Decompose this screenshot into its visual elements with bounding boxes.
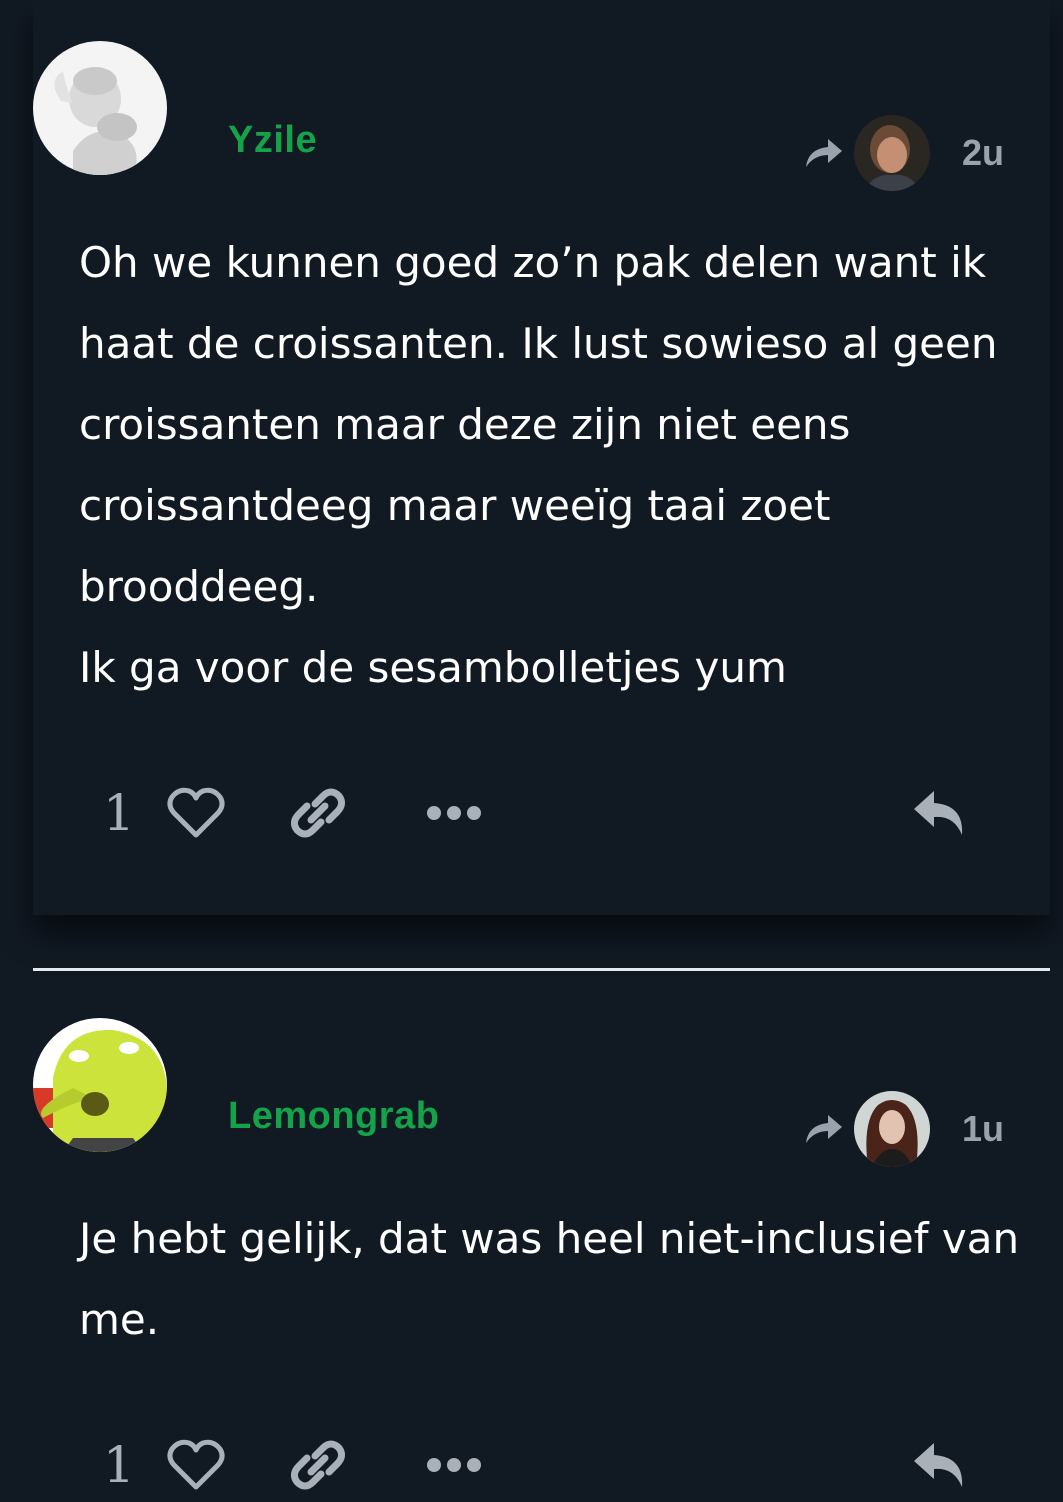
post-body: Je hebt gelijk, dat was heel niet-inclus… [79,1198,1029,1360]
post-divider [33,968,1050,971]
heart-icon[interactable] [167,1439,225,1491]
like-count: 1 [103,1436,135,1494]
post-body: Oh we kunnen goed zo’n pak delen want ik… [79,222,1029,708]
reply-icon[interactable] [910,787,968,839]
reply-icon[interactable] [910,1439,968,1491]
post-actions: 1 [103,1435,968,1495]
repost-avatar[interactable] [853,1091,930,1167]
share-icon[interactable] [802,1107,846,1151]
username[interactable]: Lemongrab [228,1095,439,1138]
more-icon[interactable] [425,803,483,823]
like-count: 1 [103,784,135,842]
post: Lemongrab 1u Je hebt gelijk, dat was hee… [33,1000,1050,1502]
post: Yzile 2u Oh we kunnen goed zo’n pak dele… [33,0,1050,915]
post-paragraph: Ik ga voor de sesambolletjes yum [79,643,787,692]
post-paragraph: Oh we kunnen goed zo’n pak delen want ik… [79,238,998,611]
post-actions: 1 [103,783,968,843]
post-paragraph: Je hebt gelijk, dat was heel niet-inclus… [79,1214,1020,1344]
post-meta: 2u [802,115,1004,191]
heart-icon[interactable] [167,787,225,839]
share-icon[interactable] [802,131,846,175]
username[interactable]: Yzile [228,119,317,162]
post-meta: 1u [802,1091,1004,1167]
post-time: 1u [961,1108,1004,1149]
link-icon[interactable] [289,784,347,842]
avatar[interactable] [33,1018,167,1152]
more-icon[interactable] [425,1455,483,1475]
repost-avatar[interactable] [853,115,930,191]
avatar[interactable] [33,41,167,175]
link-icon[interactable] [289,1436,347,1494]
post-time: 2u [961,132,1004,173]
